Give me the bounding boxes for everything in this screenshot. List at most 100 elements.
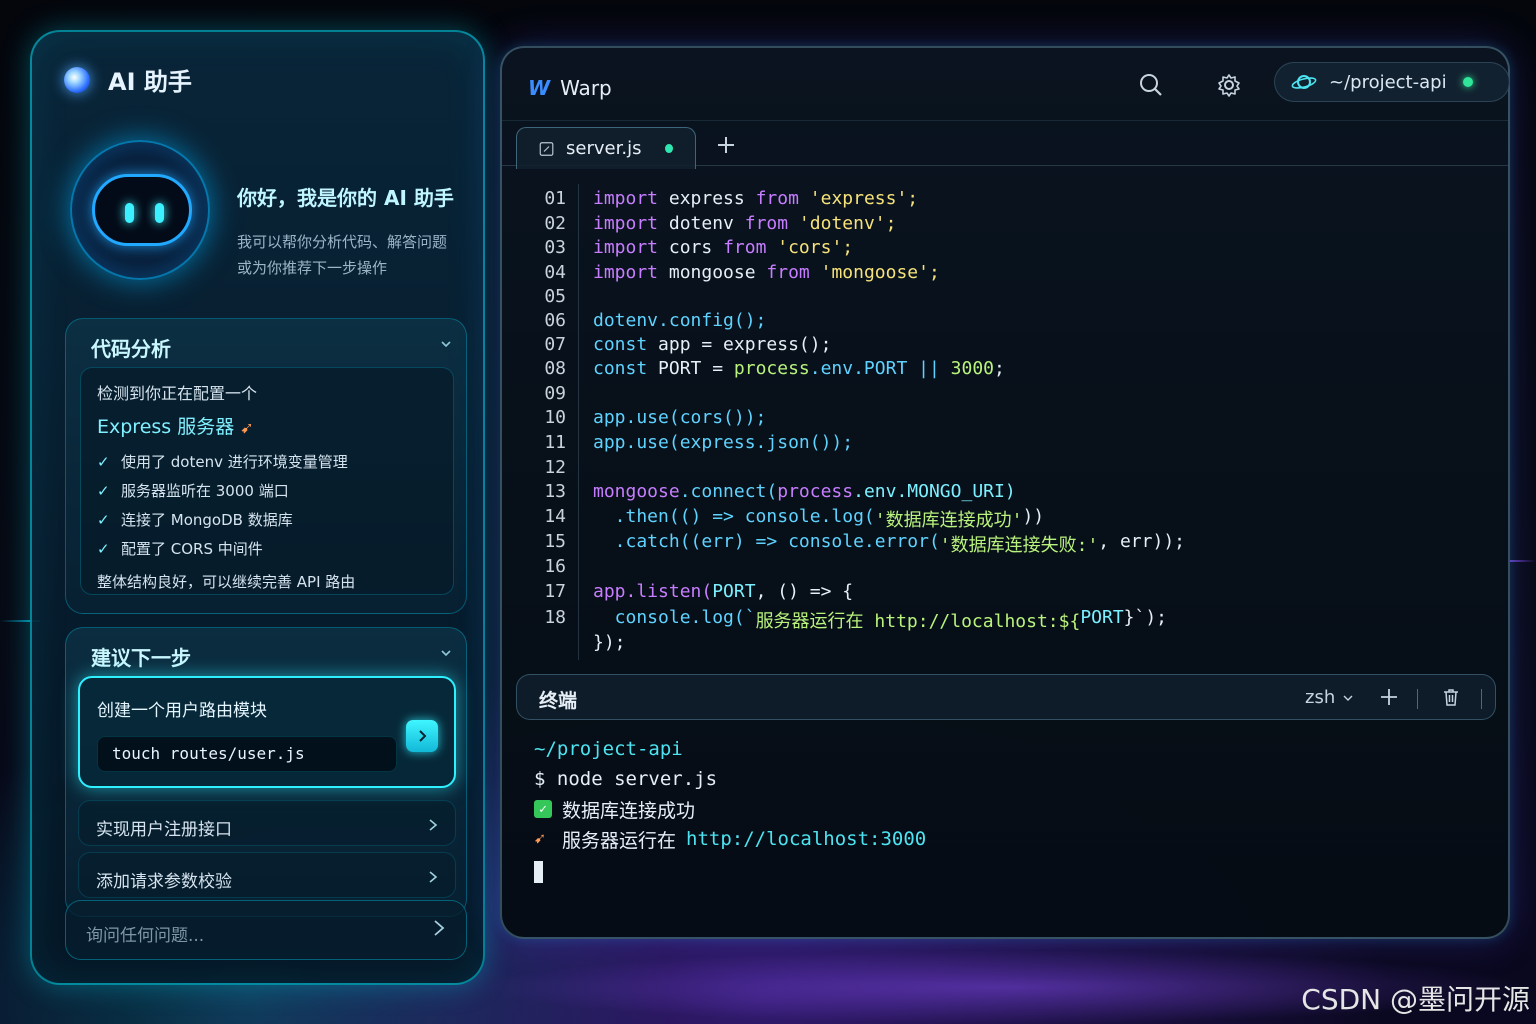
check-item: ✓ 配置了 CORS 中间件	[97, 534, 437, 563]
plus-icon[interactable]	[1379, 687, 1399, 707]
greeting-title: 你好，我是你的 AI 助手	[237, 186, 454, 210]
terminal-command: $ node server.js	[534, 768, 718, 790]
line-number-text: 09	[544, 383, 566, 404]
terminal-cursor	[534, 861, 543, 883]
check-icon: ✓	[97, 481, 110, 500]
next-steps-heading: 建议下一步	[91, 646, 191, 670]
code-line: import dotenv from 'dotenv';	[593, 213, 896, 237]
code-line: import express from 'express';	[593, 188, 918, 212]
check-item-label: 连接了 MongoDB 数据库	[121, 511, 293, 529]
line-number: 13	[526, 481, 566, 505]
terminal-line: ~/project-api	[534, 734, 926, 764]
robot-eye	[155, 203, 164, 223]
line-number: 10	[526, 407, 566, 431]
identifier: .env.PORT ||	[809, 358, 951, 379]
line-number-text: 06	[544, 310, 566, 331]
chevron-down-icon	[1343, 695, 1353, 701]
code-line: .catch((err) => console.error('数据库连接失败:'…	[593, 531, 1185, 556]
check-icon: ✓	[97, 452, 110, 471]
terminal-output[interactable]: ~/project-api $ node server.js ✓ 数据库连接成功…	[534, 734, 926, 884]
terminal-title: 终端	[539, 690, 578, 712]
method-call: console.log(`	[593, 607, 756, 628]
code-line: });	[593, 632, 626, 656]
line-number: 07	[526, 334, 566, 358]
method-call: .catch((err) => console.error(	[593, 531, 940, 552]
keyword: const	[593, 358, 648, 379]
line-number: 03	[526, 237, 566, 261]
robot-eye	[125, 203, 134, 223]
line-number: 09	[526, 383, 566, 407]
code-analysis-card[interactable]: 代码分析 检测到你正在配置一个 Express 服务器 ➹ ✓ 使用了 dote…	[65, 318, 467, 614]
punctuation: ))	[1022, 506, 1045, 527]
analysis-subject: Express 服务器 ➹	[97, 412, 437, 439]
app-name: Warp	[560, 76, 612, 100]
code-line: dotenv.config();	[593, 310, 766, 334]
line-number-text: 05	[544, 286, 566, 307]
chevron-right-icon	[419, 730, 427, 742]
line-number-text: 18	[544, 607, 566, 628]
line-number: 02	[526, 213, 566, 237]
suggested-step-label: 添加请求参数校验	[96, 872, 232, 892]
line-number-gutter	[578, 184, 579, 660]
keyword: import	[593, 237, 659, 258]
line-number-text: 14	[544, 506, 566, 527]
suggested-step-label: 实现用户注册接口	[96, 820, 232, 840]
chevron-right-icon	[427, 869, 439, 883]
code-line: import mongoose from 'mongoose';	[593, 262, 940, 286]
identifier: mongoose	[593, 481, 680, 502]
line-number: 18	[526, 607, 566, 631]
terminal-url-link[interactable]: http://localhost:3000	[686, 828, 926, 850]
line-number-text: 04	[544, 262, 566, 283]
suggested-command[interactable]: touch routes/user.js	[97, 736, 397, 772]
tab-server-js[interactable]: server.js	[516, 127, 696, 169]
code-line: import cors from 'cors';	[593, 237, 853, 261]
next-steps-card[interactable]: 建议下一步 创建一个用户路由模块 touch routes/user.js 实现…	[65, 627, 467, 917]
punctuation: }`);	[1123, 607, 1168, 628]
line-number-text: 13	[544, 481, 566, 502]
code-editor[interactable]: 01 02 03 04 05 06 07 08 09 10 11 12 13 1…	[526, 184, 1486, 660]
code-line: app.use(express.json());	[593, 432, 853, 456]
ai-panel-title: AI 助手	[108, 68, 192, 96]
line-number: 01	[526, 188, 566, 212]
tab-label: server.js	[566, 138, 642, 159]
chevron-right-icon	[427, 817, 439, 831]
shell-selector[interactable]: zsh	[1305, 687, 1353, 708]
ask-input[interactable]: 询问任何问题...	[65, 900, 467, 960]
line-number-text: 17	[544, 581, 566, 602]
run-command-button[interactable]	[406, 720, 438, 752]
keyword: import	[593, 213, 659, 234]
line-number: 15	[526, 531, 566, 555]
suggested-step-active[interactable]: 创建一个用户路由模块 touch routes/user.js	[78, 676, 456, 788]
trash-icon[interactable]	[1441, 687, 1461, 707]
keyword: const	[593, 334, 648, 355]
method-call: .connect(	[679, 481, 778, 502]
punctuation: });	[593, 632, 626, 653]
check-item-label: 配置了 CORS 中间件	[121, 540, 263, 558]
gear-icon[interactable]	[1216, 72, 1242, 98]
warp-window: W Warp ~/project-api server.js 01 02 03	[500, 46, 1510, 939]
identifier: PORT	[1080, 607, 1124, 628]
code-line: const app = express();	[593, 334, 831, 358]
identifier: PORT	[712, 581, 756, 602]
project-switcher[interactable]: ~/project-api	[1274, 62, 1510, 102]
line-number-text: 11	[544, 432, 566, 453]
line-number-text: 01	[544, 188, 566, 209]
terminal-output-text: 数据库连接成功	[562, 799, 696, 822]
background-glow-line	[1506, 560, 1536, 562]
chevron-down-icon[interactable]	[440, 644, 452, 657]
string-literal: 'mongoose';	[809, 262, 940, 283]
statement: app.use(cors());	[593, 407, 767, 428]
send-icon[interactable]	[432, 919, 446, 937]
plus-icon[interactable]	[714, 133, 738, 157]
project-name: ~/project-api	[1329, 71, 1447, 93]
chevron-down-icon[interactable]	[440, 335, 452, 348]
checkmark-icon: ✓	[534, 800, 552, 818]
number-literal: 3000	[950, 358, 994, 379]
keyword: from	[744, 213, 789, 234]
search-icon[interactable]	[1138, 72, 1164, 98]
warp-titlebar: W Warp	[528, 76, 612, 100]
string-literal: 'express';	[798, 188, 919, 209]
suggested-step[interactable]: 实现用户注册接口	[78, 800, 456, 846]
suggested-step[interactable]: 添加请求参数校验	[78, 852, 456, 898]
line-number: 04	[526, 262, 566, 286]
